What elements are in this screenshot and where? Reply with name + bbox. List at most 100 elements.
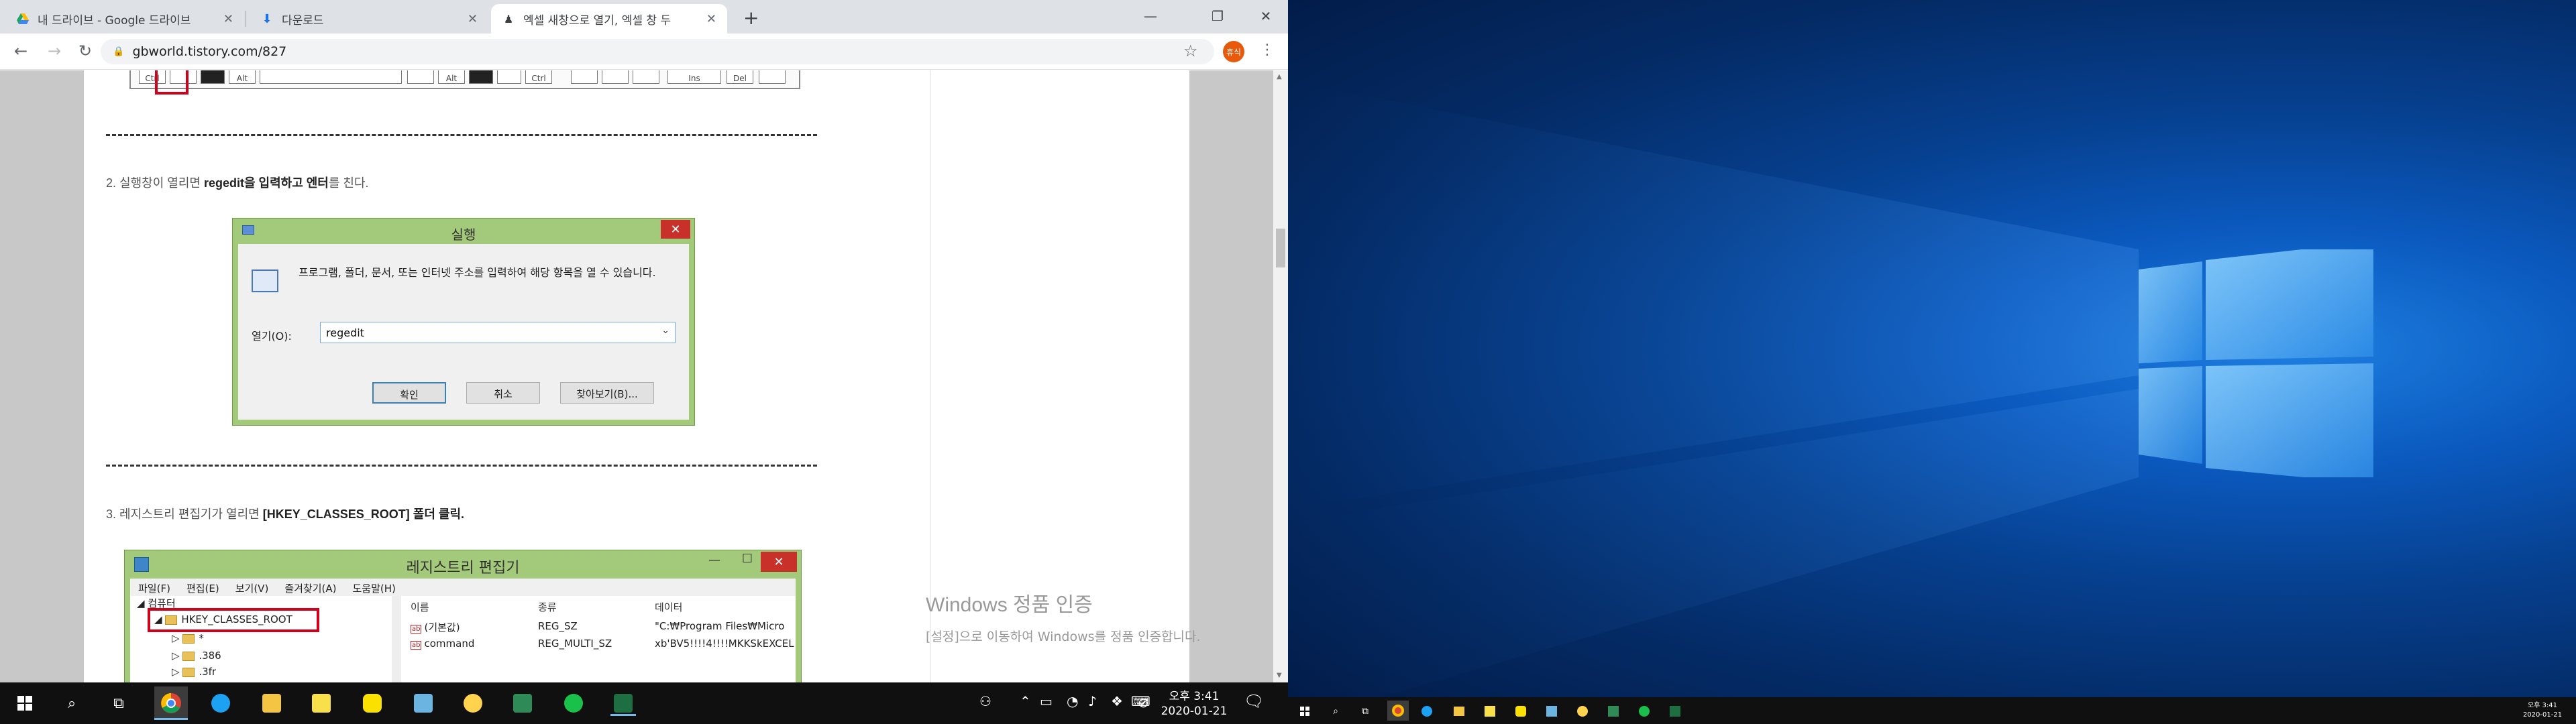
key: Del [727, 70, 753, 84]
scroll-down-arrow[interactable]: ▼ [1277, 672, 1282, 679]
key [497, 70, 521, 84]
taskbar-excel[interactable] [1668, 704, 1682, 719]
regedit-menu-help: 도움말(H) [352, 583, 396, 595]
block-icon[interactable]: ⊘ [1138, 695, 1149, 711]
watermark-title: Windows 정품 인증 [926, 594, 1093, 616]
regedit-body: ◢ 컴퓨터 ◢ HKEY_CLASSES_ROOT ▷ * ▷ .386 ▷ .… [130, 596, 796, 682]
taskbar-excel[interactable] [610, 690, 636, 716]
taskbar-file-explorer[interactable] [259, 690, 284, 716]
close-tab-icon[interactable]: ✕ [706, 12, 716, 26]
forward-button[interactable]: → [44, 42, 64, 60]
tree-label: * [199, 632, 204, 644]
minimize-button[interactable]: — [1134, 4, 1167, 28]
taskbar-emoji-app[interactable] [1575, 704, 1590, 719]
regedit-image: 레지스트리 편집기 — ☐ ✕ 파일(F) 편집(E) 보기(V) 즐겨찾기(A… [124, 550, 802, 682]
windows-key [201, 70, 225, 84]
taskbar-kakaotalk[interactable] [1513, 704, 1528, 719]
run-input-value: regedit [326, 326, 364, 339]
tab-downloads[interactable]: ⬇ 다운로드 ✕ [250, 4, 488, 34]
key [469, 70, 493, 84]
taskbar-naver-app[interactable] [561, 690, 586, 716]
address-bar[interactable]: 🔒 gbworld.tistory.com/827 [101, 39, 1214, 64]
step-2-suffix: 를 친다. [328, 176, 369, 190]
chevron-up-icon[interactable]: ⌃ [1020, 693, 1031, 709]
task-view-icon[interactable]: ⧉ [1358, 704, 1373, 719]
taskbar-chrome[interactable] [154, 686, 188, 720]
run-program-icon [252, 269, 278, 292]
taskbar-left: ⌕ ⧉ ⚇ ⌃ ▭ ◔ ♪ ❖ ⌨ ⊘ 오후 3:41 2020-01-21 🗨… [0, 682, 1288, 724]
taskbar-app[interactable] [1544, 704, 1559, 719]
key: Alt [438, 70, 465, 84]
key [602, 70, 629, 84]
people-icon[interactable]: ⚇ [979, 693, 991, 709]
clock-time: 오후 3:41 [1169, 690, 1220, 703]
new-tab-button[interactable]: + [743, 7, 759, 29]
close-window-button[interactable]: ✕ [1249, 4, 1283, 28]
run-dialog-image: 실행 ✕ 프로그램, 폴더, 문서, 또는 인터넷 주소를 입력하여 해당 항목… [232, 218, 695, 426]
dropbox-icon[interactable]: ❖ [1111, 693, 1123, 709]
regedit-menu-favorites: 즐겨찾기(A) [284, 583, 337, 595]
taskbar-right: ⌕ ⧉ 오후 3:41 2020-01-21 [1288, 697, 2576, 724]
scroll-thumb[interactable] [1276, 229, 1285, 267]
task-view-icon[interactable]: ⧉ [106, 690, 131, 716]
tab-google-drive[interactable]: 내 드라이브 - Google 드라이브 ✕ [5, 4, 244, 34]
taskbar-app[interactable] [1606, 704, 1621, 719]
start-button[interactable] [1297, 704, 1312, 719]
run-dialog-close-icon: ✕ [661, 220, 690, 239]
key [407, 70, 434, 84]
dashed-divider [106, 134, 817, 136]
taskbar-emoji-app[interactable] [460, 690, 486, 716]
taskbar-file-explorer[interactable] [1452, 704, 1466, 719]
scroll-up-arrow[interactable]: ▲ [1277, 73, 1282, 80]
minimize-icon: — [708, 553, 720, 567]
value-name-text: (기본값) [424, 621, 460, 634]
chevron-down-icon: ⌄ [661, 325, 669, 336]
back-button[interactable]: ← [11, 42, 31, 60]
wallpaper-light-beams [1288, 80, 2139, 724]
volume-icon[interactable]: ♪ [1088, 693, 1097, 709]
restore-button[interactable]: ❐ [1201, 4, 1234, 28]
tree-label: .386 [199, 650, 221, 662]
string-value-icon: ab [411, 625, 422, 634]
page-scrollbar[interactable]: ▲ ▼ [1273, 70, 1288, 682]
run-cancel-button: 취소 [466, 382, 540, 404]
wifi-icon[interactable]: ◔ [1067, 693, 1078, 709]
regedit-menu-edit: 편집(E) [186, 583, 219, 595]
close-tab-icon[interactable]: ✕ [468, 12, 478, 26]
taskbar-clock[interactable]: 오후 3:41 2020-01-21 [1161, 689, 1228, 719]
taskbar-app[interactable] [510, 690, 535, 716]
network-icon[interactable]: ▭ [1040, 693, 1053, 709]
value-type: REG_MULTI_SZ [538, 638, 612, 650]
tab-excel-article[interactable]: ♟ 엑셀 새창으로 열기, 엑셀 창 두 ✕ [491, 4, 727, 34]
taskbar-sticky-notes[interactable] [1483, 704, 1497, 719]
taskbar-app[interactable] [411, 690, 436, 716]
url-text: gbworld.tistory.com/827 [132, 44, 287, 59]
search-icon[interactable]: ⌕ [1328, 704, 1343, 719]
taskbar-bird-app[interactable] [1419, 704, 1434, 719]
taskbar-sticky-notes[interactable] [309, 690, 334, 716]
folder-icon [182, 651, 195, 661]
bookmark-star-icon[interactable]: ☆ [1183, 42, 1198, 60]
start-button[interactable] [12, 690, 38, 716]
regedit-tree: ◢ 컴퓨터 ◢ HKEY_CLASSES_ROOT ▷ * ▷ .386 ▷ .… [130, 596, 401, 682]
reload-button[interactable]: ↻ [75, 42, 95, 60]
maximize-icon: ☐ [741, 552, 753, 566]
step-2-text: 2. 실행창이 열리면 regedit을 입력하고 엔터를 친다. [106, 174, 369, 191]
chrome-menu-icon[interactable]: ⋮ [1260, 42, 1275, 58]
search-icon[interactable]: ⌕ [59, 690, 85, 716]
notification-center-button[interactable]: 🗨 2 [1244, 692, 1264, 711]
taskbar-naver-app[interactable] [1637, 704, 1652, 719]
spacebar-key [260, 70, 402, 84]
regedit-menubar: 파일(F) 편집(E) 보기(V) 즐겨찾기(A) 도움말(H) [130, 579, 796, 596]
taskbar-bird-app[interactable] [208, 690, 233, 716]
taskbar-kakaotalk[interactable] [360, 690, 385, 716]
taskbar-chrome[interactable] [1387, 701, 1409, 721]
chrome-window: 내 드라이브 - Google 드라이브 ✕ ⬇ 다운로드 ✕ ♟ 엑셀 새창으… [0, 0, 1288, 682]
close-tab-icon[interactable]: ✕ [223, 12, 233, 26]
value-name-text: command [424, 638, 475, 650]
regedit-menu-view: 보기(V) [235, 583, 269, 595]
taskbar-clock[interactable]: 오후 3:41 2020-01-21 [2516, 701, 2569, 720]
watermark-body: [설정]으로 이동하여 Windows를 정품 인증합니다. [926, 629, 1201, 644]
run-dialog-titlebar: 실행 ✕ [233, 219, 694, 244]
profile-avatar[interactable]: 휴식 [1223, 41, 1244, 62]
